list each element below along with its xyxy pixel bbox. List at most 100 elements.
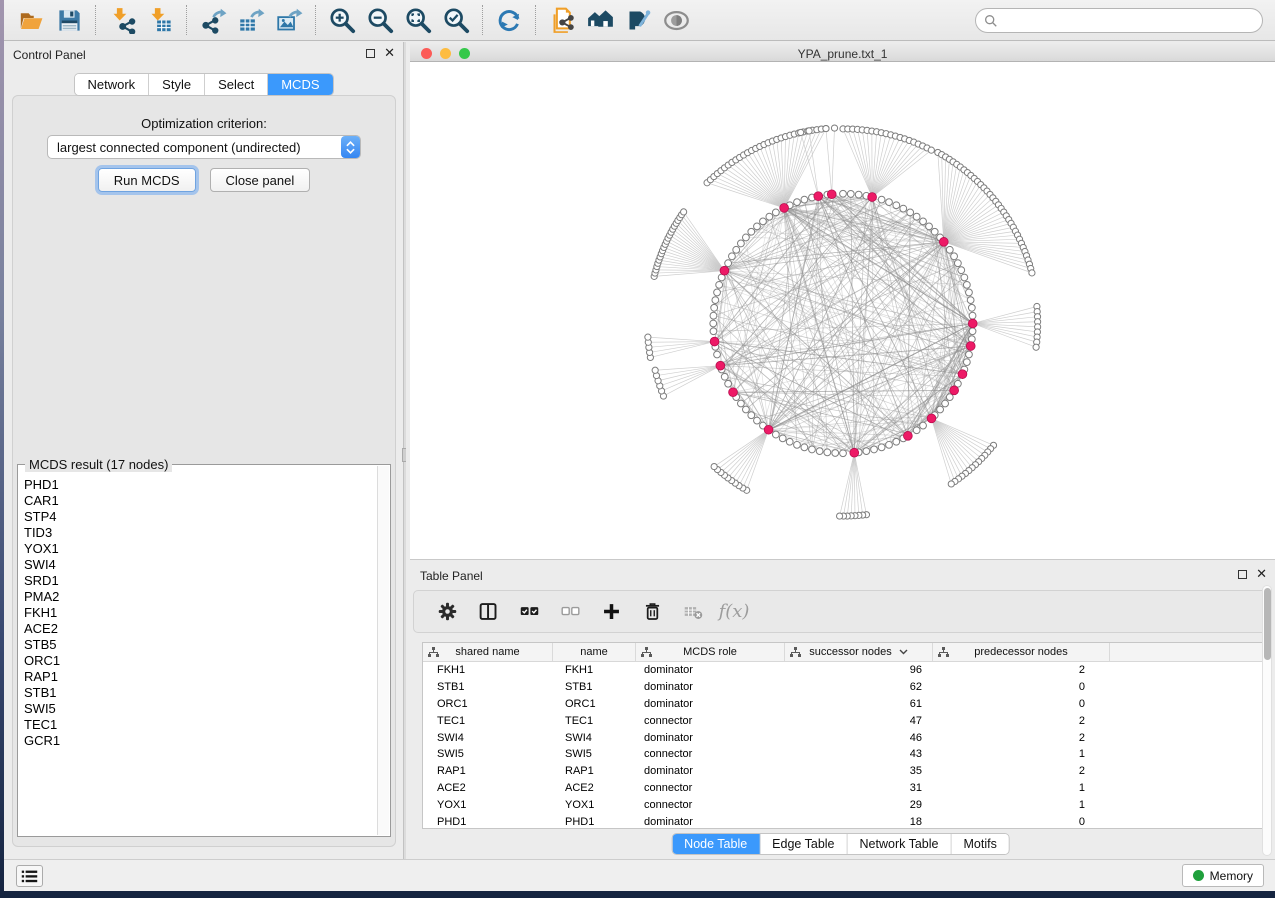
export-image-button[interactable]: [270, 3, 308, 37]
table-cell[interactable]: 18: [785, 813, 933, 830]
mcds-result-item[interactable]: RAP1: [19, 669, 377, 685]
table-cell[interactable]: dominator: [636, 813, 785, 830]
table-cell[interactable]: 2: [933, 712, 1110, 729]
table-cell[interactable]: SWI4: [423, 729, 553, 746]
table-cell[interactable]: 31: [785, 780, 933, 797]
new-network-from-file-button[interactable]: [543, 3, 581, 37]
import-table-button[interactable]: [141, 3, 179, 37]
table-cell[interactable]: 46: [785, 729, 933, 746]
mcds-result-item[interactable]: ORC1: [19, 653, 377, 669]
table-cell[interactable]: 47: [785, 712, 933, 729]
table-cell[interactable]: 0: [933, 813, 1110, 830]
table-row[interactable]: SWI4SWI4dominator462: [423, 729, 1262, 746]
tab-network[interactable]: Network: [74, 74, 149, 95]
table-row[interactable]: STB1STB1dominator620: [423, 679, 1262, 696]
table-cell[interactable]: 2: [933, 662, 1110, 679]
import-network-button[interactable]: [103, 3, 141, 37]
tab-select[interactable]: Select: [205, 74, 268, 95]
tab-node-table[interactable]: Node Table: [672, 834, 760, 854]
mcds-result-item[interactable]: SRD1: [19, 573, 377, 589]
mcds-result-item[interactable]: TEC1: [19, 717, 377, 733]
mcds-result-item[interactable]: SWI4: [19, 557, 377, 573]
close-panel-icon[interactable]: ✕: [384, 48, 395, 58]
mcds-result-item[interactable]: TID3: [19, 525, 377, 541]
table-cell[interactable]: 29: [785, 796, 933, 813]
table-row[interactable]: RAP1RAP1dominator352: [423, 763, 1262, 780]
column-header-successor-nodes[interactable]: successor nodes: [785, 643, 933, 661]
table-cell[interactable]: SWI5: [553, 746, 636, 763]
table-cell[interactable]: dominator: [636, 662, 785, 679]
refresh-view-button[interactable]: [490, 3, 528, 37]
mcds-result-item[interactable]: ACE2: [19, 621, 377, 637]
show-hide-graphics-button[interactable]: [657, 3, 695, 37]
table-options-gear-button[interactable]: [432, 597, 462, 627]
search-input[interactable]: [998, 11, 1262, 31]
tab-network-table[interactable]: Network Table: [848, 834, 952, 854]
tab-edge-table[interactable]: Edge Table: [760, 834, 847, 854]
mcds-result-item[interactable]: STB5: [19, 637, 377, 653]
table-cell[interactable]: TEC1: [423, 712, 553, 729]
table-cell[interactable]: FKH1: [553, 662, 636, 679]
table-cell[interactable]: 1: [933, 780, 1110, 797]
table-cell[interactable]: 43: [785, 746, 933, 763]
table-cell[interactable]: ORC1: [423, 696, 553, 713]
table-row[interactable]: TEC1TEC1connector472: [423, 712, 1262, 729]
open-file-button[interactable]: [12, 3, 50, 37]
table-cell[interactable]: 0: [933, 679, 1110, 696]
table-cell[interactable]: YOX1: [423, 796, 553, 813]
add-column-button[interactable]: [596, 597, 626, 627]
table-cell[interactable]: dominator: [636, 763, 785, 780]
table-cell[interactable]: 96: [785, 662, 933, 679]
table-cell[interactable]: STB1: [423, 679, 553, 696]
mcds-result-item[interactable]: GCR1: [19, 733, 377, 749]
table-cell[interactable]: RAP1: [423, 763, 553, 780]
table-row[interactable]: YOX1YOX1connector291: [423, 796, 1262, 813]
zoom-fit-button[interactable]: [399, 3, 437, 37]
mcds-result-item[interactable]: PMA2: [19, 589, 377, 605]
table-cell[interactable]: 61: [785, 696, 933, 713]
table-cell[interactable]: PHD1: [553, 813, 636, 830]
criterion-dropdown[interactable]: largest connected component (undirected): [47, 135, 361, 159]
table-row[interactable]: FKH1FKH1dominator962: [423, 662, 1262, 679]
table-cell[interactable]: RAP1: [553, 763, 636, 780]
memory-button[interactable]: Memory: [1182, 864, 1264, 887]
close-panel-button[interactable]: Close panel: [210, 168, 311, 192]
table-row[interactable]: ACE2ACE2connector311: [423, 780, 1262, 797]
table-cell[interactable]: PHD1: [423, 813, 553, 830]
table-cell[interactable]: 1: [933, 746, 1110, 763]
tab-motifs[interactable]: Motifs: [951, 834, 1008, 854]
table-row[interactable]: SWI5SWI5connector431: [423, 746, 1262, 763]
task-history-button[interactable]: [16, 865, 43, 887]
table-cell[interactable]: dominator: [636, 679, 785, 696]
save-session-button[interactable]: [50, 3, 88, 37]
mcds-result-item[interactable]: SWI5: [19, 701, 377, 717]
close-table-panel-icon[interactable]: ✕: [1256, 569, 1267, 579]
table-cell[interactable]: ORC1: [553, 696, 636, 713]
column-header-shared-name[interactable]: shared name: [423, 643, 553, 661]
table-cell[interactable]: ACE2: [553, 780, 636, 797]
column-header-MCDS-role[interactable]: MCDS role: [636, 643, 785, 661]
table-cell[interactable]: SWI5: [423, 746, 553, 763]
delete-table-button[interactable]: [678, 597, 708, 627]
zoom-in-button[interactable]: [323, 3, 361, 37]
table-cell[interactable]: SWI4: [553, 729, 636, 746]
table-cell[interactable]: 62: [785, 679, 933, 696]
table-cell[interactable]: FKH1: [423, 662, 553, 679]
show-column-button[interactable]: [473, 597, 503, 627]
table-cell[interactable]: dominator: [636, 729, 785, 746]
table-cell[interactable]: 2: [933, 729, 1110, 746]
table-cell[interactable]: STB1: [553, 679, 636, 696]
export-network-button[interactable]: [194, 3, 232, 37]
table-cell[interactable]: connector: [636, 780, 785, 797]
mcds-result-item[interactable]: FKH1: [19, 605, 377, 621]
table-scroll-thumb[interactable]: [1264, 588, 1271, 660]
column-header-predecessor-nodes[interactable]: predecessor nodes: [933, 643, 1110, 661]
mcds-result-item[interactable]: STP4: [19, 509, 377, 525]
select-all-checkboxes-button[interactable]: [514, 597, 544, 627]
table-cell[interactable]: 1: [933, 796, 1110, 813]
table-cell[interactable]: ACE2: [423, 780, 553, 797]
mcds-result-item[interactable]: YOX1: [19, 541, 377, 557]
table-row[interactable]: PHD1PHD1dominator180: [423, 813, 1262, 830]
mcds-result-item[interactable]: CAR1: [19, 493, 377, 509]
table-scrollbar[interactable]: [1262, 585, 1272, 856]
